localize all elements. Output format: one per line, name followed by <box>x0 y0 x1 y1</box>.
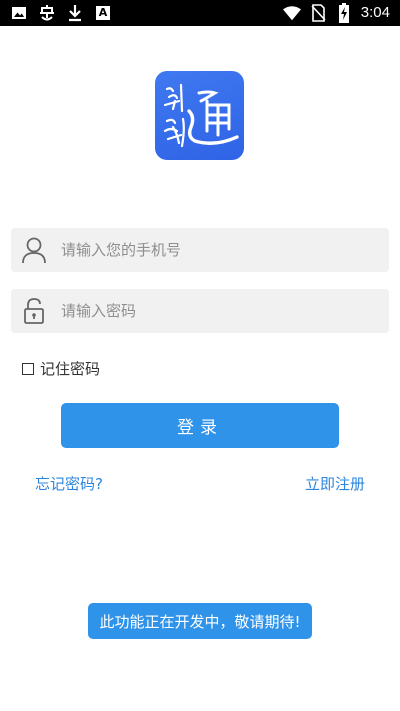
phone-input[interactable] <box>61 228 381 272</box>
status-time: 3:04 <box>360 4 390 21</box>
font-a-glyph: A <box>98 6 108 19</box>
password-input[interactable] <box>61 289 381 333</box>
lock-icon <box>21 297 47 325</box>
bug-icon <box>38 3 56 23</box>
image-icon <box>10 3 28 23</box>
no-sim-icon <box>309 3 327 23</box>
status-bar: A 3:04 <box>0 0 400 26</box>
app-logo <box>155 71 244 160</box>
battery-charging-icon <box>335 3 353 23</box>
remember-password[interactable]: 记住密码 <box>22 358 100 379</box>
wifi-icon <box>282 3 301 23</box>
user-icon <box>21 236 47 264</box>
toast-message: 此功能正在开发中，敬请期待! <box>88 603 312 639</box>
phone-field <box>11 228 389 272</box>
remember-checkbox[interactable] <box>22 362 34 375</box>
login-button[interactable]: 登录 <box>61 403 339 448</box>
register-link[interactable]: 立即注册 <box>305 473 365 494</box>
remember-label: 记住密码 <box>40 360 101 378</box>
forgot-password-link[interactable]: 忘记密码? <box>35 473 103 494</box>
font-a-icon: A <box>94 3 112 23</box>
download-icon <box>66 3 84 23</box>
password-field <box>11 289 389 333</box>
